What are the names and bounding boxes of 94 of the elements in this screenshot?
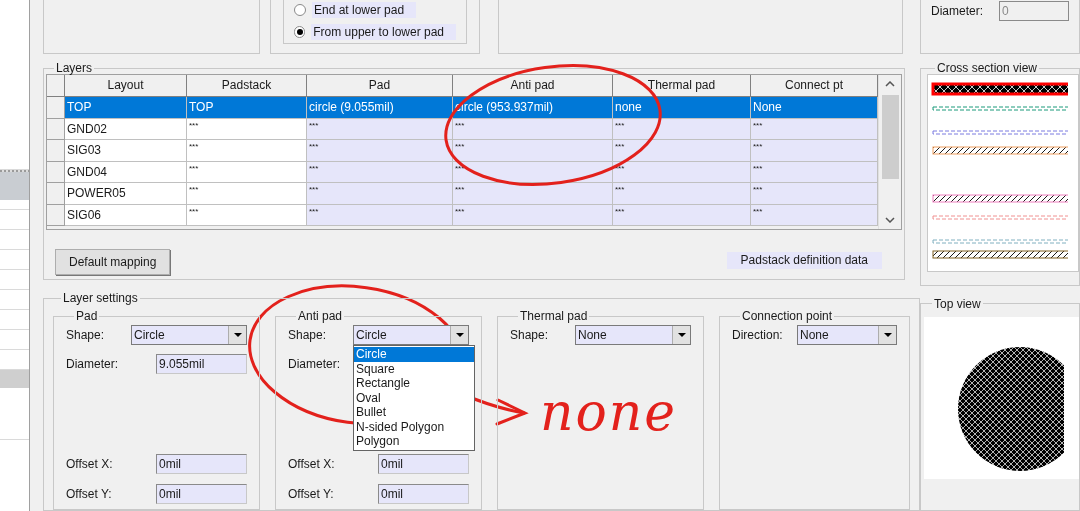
- table-cell: ***: [613, 161, 751, 183]
- field-label: Diameter:: [66, 356, 119, 373]
- table-cell: ***: [751, 183, 878, 205]
- table-cell: ***: [187, 140, 307, 162]
- field-label: Offset X:: [66, 456, 114, 473]
- group-title: Pad: [76, 309, 98, 323]
- table-cell: SIG06: [65, 204, 187, 226]
- scroll-down-icon[interactable]: [885, 217, 895, 223]
- table-cell: ***: [751, 140, 878, 162]
- table-cell: ***: [751, 204, 878, 226]
- column-header[interactable]: Anti pad: [453, 75, 613, 97]
- radio-label: End at lower pad: [312, 2, 417, 18]
- dropdown-arrow-icon: [677, 333, 686, 337]
- table-cell: TOP: [65, 97, 187, 119]
- table-cell: ***: [187, 118, 307, 140]
- table-cell: ***: [751, 118, 878, 140]
- field-label: Shape:: [510, 327, 550, 344]
- dropdown-option[interactable]: N-sided Polygon: [354, 419, 474, 434]
- row-header[interactable]: [47, 204, 65, 226]
- group-title: Top view: [934, 296, 981, 311]
- table-cell: ***: [187, 204, 307, 226]
- dropdown-option[interactable]: Rectangle: [354, 376, 474, 391]
- group-title: Thermal pad: [520, 309, 588, 323]
- table-cell: ***: [307, 183, 453, 205]
- shape-dropdown[interactable]: Circle: [131, 325, 247, 345]
- table-cell: ***: [307, 140, 453, 162]
- row-header[interactable]: [47, 97, 65, 119]
- offset-field[interactable]: 0mil: [156, 454, 247, 474]
- table-cell: POWER05: [65, 183, 187, 205]
- field-label: Offset Y:: [288, 486, 335, 503]
- field-label: Offset Y:: [66, 486, 113, 503]
- column-header[interactable]: Layout: [65, 75, 187, 97]
- table-cell: ***: [307, 161, 453, 183]
- offset-field[interactable]: 0mil: [378, 454, 469, 474]
- field-label: Shape:: [288, 327, 328, 344]
- table-cell: GND02: [65, 118, 187, 140]
- radio-button[interactable]: [294, 26, 306, 38]
- radio-label: From upper to lower pad: [311, 24, 456, 40]
- table-cell: ***: [613, 204, 751, 226]
- table-cell: TOP: [187, 97, 307, 119]
- table-cell: ***: [613, 183, 751, 205]
- radio-button[interactable]: [294, 4, 306, 16]
- diameter-field[interactable]: 9.055mil: [156, 354, 247, 374]
- group-title: Layer settings: [63, 291, 138, 305]
- shape-dropdown[interactable]: Circle: [353, 325, 469, 345]
- group-title: Layers: [56, 61, 93, 75]
- offset-field[interactable]: 0mil: [156, 484, 247, 504]
- row-header[interactable]: [47, 183, 65, 205]
- default-mapping-button[interactable]: Default mapping: [55, 249, 171, 275]
- table-cell: ***: [307, 204, 453, 226]
- group-title: Connection point: [742, 309, 833, 323]
- shape-dropdown[interactable]: None: [797, 325, 897, 345]
- table-cell: ***: [187, 183, 307, 205]
- group-title: Cross section view: [937, 61, 1038, 76]
- dropdown-arrow-icon: [233, 333, 242, 337]
- column-header[interactable]: Padstack: [187, 75, 307, 97]
- dropdown-option[interactable]: Square: [354, 361, 474, 376]
- row-header[interactable]: [47, 118, 65, 140]
- scrollbar[interactable]: [878, 75, 901, 229]
- field-label: Shape:: [66, 327, 106, 344]
- table-cell: None: [751, 97, 878, 119]
- scrollbar-thumb[interactable]: [881, 95, 899, 179]
- dropdown-option[interactable]: Circle: [354, 347, 474, 362]
- shape-dropdown[interactable]: None: [575, 325, 691, 345]
- dropdown-arrow-icon: [883, 333, 892, 337]
- table-cell: ***: [187, 161, 307, 183]
- handwritten-note: none: [540, 382, 678, 442]
- table-cell: ***: [453, 118, 613, 140]
- scroll-up-icon[interactable]: [885, 81, 895, 87]
- dropdown-option[interactable]: Polygon: [354, 434, 474, 449]
- column-header[interactable]: Connect pt: [751, 75, 878, 97]
- column-header[interactable]: Thermal pad: [613, 75, 751, 97]
- dropdown-option[interactable]: Oval: [354, 390, 474, 405]
- column-header[interactable]: Pad: [307, 75, 453, 97]
- offset-field[interactable]: 0mil: [378, 484, 469, 504]
- dropdown-option[interactable]: Bullet: [354, 405, 474, 420]
- row-header[interactable]: [47, 161, 65, 183]
- field-label: Offset X:: [288, 456, 336, 473]
- table-cell: ***: [453, 140, 613, 162]
- table-cell: ***: [613, 140, 751, 162]
- field-label: Direction:: [732, 327, 784, 344]
- field-label: Diameter:: [931, 3, 983, 20]
- table-cell: none: [613, 97, 751, 119]
- definition-label: Padstack definition data: [726, 251, 882, 269]
- table-cell: ***: [453, 204, 613, 226]
- table-cell: ***: [751, 161, 878, 183]
- header-corner[interactable]: [47, 75, 65, 97]
- row-header[interactable]: [47, 140, 65, 162]
- table-cell: circle (9.055mil): [307, 97, 453, 119]
- table-cell: GND04: [65, 161, 187, 183]
- group-title: Anti pad: [298, 309, 343, 323]
- table-cell: ***: [453, 183, 613, 205]
- dropdown-arrow-icon: [455, 333, 464, 337]
- table-cell: SIG03: [65, 140, 187, 162]
